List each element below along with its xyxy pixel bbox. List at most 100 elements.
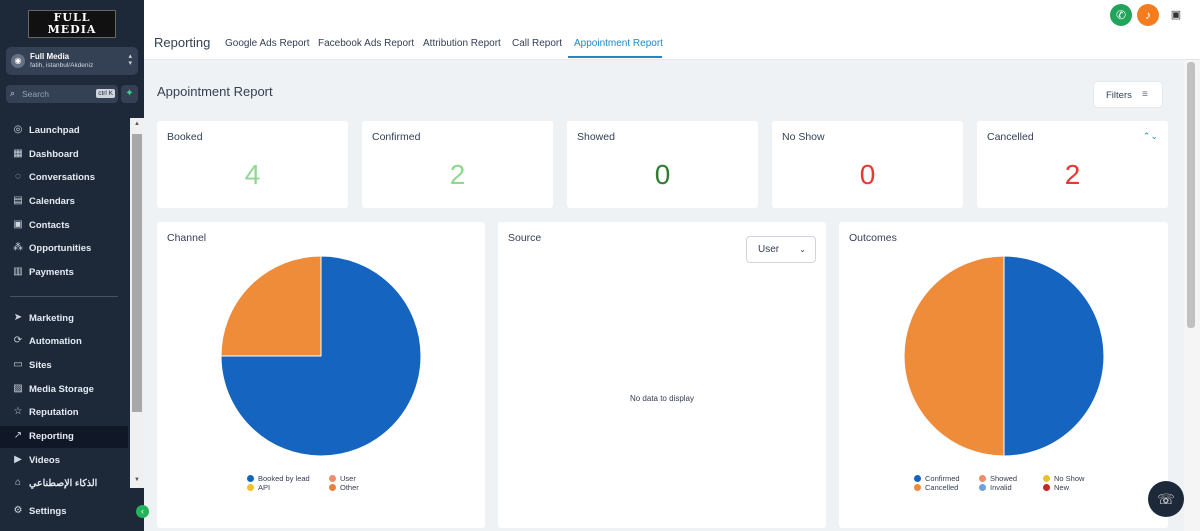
stat-value: 2 — [449, 159, 466, 190]
channel-chart-card: Channel Booked by lead User API Other — [157, 222, 485, 528]
sidebar-item-sites[interactable]: ▭ Sites — [0, 355, 128, 377]
contacts-icon: ▣ — [13, 219, 23, 230]
chevron-down-icon: ⌄ — [799, 245, 806, 254]
sidebar-item-launchpad[interactable]: ◎ Launchpad — [0, 120, 128, 142]
search-icon: ⌕ — [10, 88, 16, 98]
legend-booked-by-lead: Booked by lead — [247, 474, 310, 483]
sidebar-scroll-thumb[interactable] — [132, 134, 142, 412]
pie-slice-user[interactable] — [220, 255, 322, 357]
sidebar-item-label: Videos — [29, 455, 60, 466]
sidebar-item-dashboard[interactable]: ▦ Dashboard — [0, 144, 128, 166]
outcomes-chart-card: Outcomes Confirmed Showed No Show Cancel… — [839, 222, 1168, 528]
notification-bell-icon[interactable]: ♪ — [1137, 4, 1159, 26]
sidebar-item-reporting[interactable]: ↗ Reporting — [0, 426, 128, 448]
stat-card-confirmed: Confirmed 2 — [362, 121, 553, 208]
filters-button[interactable]: Filters ≡ — [1093, 81, 1163, 108]
payments-icon: ▥ — [13, 266, 23, 277]
legend-api: API — [247, 483, 270, 492]
stat-card-cancelled: Cancelled 2 ⌃⌄ — [977, 121, 1168, 208]
automation-icon: ⟳ — [13, 335, 23, 346]
sidebar-item-payments[interactable]: ▥ Payments — [0, 262, 128, 284]
sidebar-item-calendars[interactable]: ▤ Calendars — [0, 191, 128, 213]
sidebar-item-conversations[interactable]: ◌ Conversations — [0, 167, 128, 189]
select-value: User — [758, 244, 780, 255]
expand-collapse-chevron-icon[interactable]: ⌃⌄ — [1143, 131, 1158, 142]
tab-attribution-report[interactable]: Attribution Report — [423, 38, 501, 49]
ai-assistant-button[interactable]: ✦ — [121, 85, 138, 103]
sidebar-divider — [10, 296, 118, 297]
sidebar-item-automation[interactable]: ⟳ Automation — [0, 331, 128, 353]
sidebar-item-label: Reporting — [29, 431, 74, 442]
search-shortcut: ctrl K — [96, 89, 115, 98]
stat-value: 0 — [654, 159, 671, 190]
launchpad-icon: ◎ — [13, 124, 23, 135]
logo-line-2: MEDIA — [47, 23, 97, 36]
legend-no-show: No Show — [1043, 474, 1084, 483]
collapse-sidebar-icon[interactable]: ‹ — [136, 505, 149, 518]
scroll-up-arrow-icon[interactable]: ▲ — [130, 118, 144, 130]
sidebar-item-media-storage[interactable]: ▨ Media Storage — [0, 379, 128, 401]
opportunities-icon: ⁂ — [13, 242, 23, 253]
sidebar-item-label: Conversations — [29, 172, 95, 183]
media-icon: ▨ — [13, 383, 23, 394]
tab-facebook-ads-report[interactable]: Facebook Ads Report — [318, 38, 414, 49]
account-switcher[interactable]: ◉ Full Media fatih, istanbul/Akdeniz ▴ ▾ — [6, 47, 138, 75]
legend-new: New — [1043, 483, 1069, 492]
tab-google-ads-report[interactable]: Google Ads Report — [225, 38, 310, 49]
stat-card-no-show: No Show 0 — [772, 121, 963, 208]
channel-pie-chart — [220, 255, 422, 457]
sidebar-item-label: Payments — [29, 267, 74, 278]
switch-account-icon: ▴ ▾ — [128, 53, 132, 67]
empty-state-text: No data to display — [629, 394, 695, 403]
sidebar-item-marketing[interactable]: ➤ Marketing — [0, 308, 128, 330]
sidebar-item-opportunities[interactable]: ⁂ Opportunities — [0, 238, 128, 260]
section-title: Reporting — [154, 35, 211, 50]
stat-value: 0 — [859, 159, 876, 190]
trend-icon: ↗ — [13, 430, 23, 441]
page-title: Appointment Report — [157, 84, 273, 99]
phone-icon[interactable]: ✆ — [1110, 4, 1132, 26]
legend-confirmed: Confirmed — [914, 474, 960, 483]
pie-slice-confirmed[interactable] — [1003, 255, 1105, 457]
company-logo[interactable]: FULL MEDIA — [28, 10, 116, 38]
dashboard-icon: ▦ — [13, 148, 23, 159]
sidebar-item-contacts[interactable]: ▣ Contacts — [0, 215, 128, 237]
sidebar-item-label: Contacts — [29, 220, 70, 231]
legend-other: Other — [329, 483, 359, 492]
star-icon: ☆ — [13, 406, 23, 417]
pie-slice-cancelled[interactable] — [903, 255, 1005, 457]
announcements-icon[interactable]: ▣ — [1165, 4, 1187, 26]
stat-label: No Show — [782, 131, 825, 143]
sidebar-item-label: Calendars — [29, 196, 75, 207]
tab-appointment-report[interactable]: Appointment Report — [574, 38, 663, 49]
sidebar-item-label: Reputation — [29, 407, 79, 418]
tab-call-report[interactable]: Call Report — [512, 38, 562, 49]
sidebar-item-label: الذكاء الإصطناعي — [29, 478, 98, 489]
stat-value: 2 — [1064, 159, 1081, 190]
active-tab-indicator — [568, 56, 662, 58]
source-type-select[interactable]: User ⌄ — [746, 236, 816, 263]
stat-label: Showed — [577, 131, 615, 143]
account-avatar-icon: ◉ — [11, 54, 25, 68]
sidebar-item-videos[interactable]: ▶ Videos — [0, 450, 128, 472]
legend-cancelled: Cancelled — [914, 483, 958, 492]
sidebar-item-label: Dashboard — [29, 149, 79, 160]
search-input[interactable]: ⌕ Search ctrl K — [6, 85, 118, 103]
sidebar-item-label: Launchpad — [29, 125, 80, 136]
sidebar-item-reputation[interactable]: ☆ Reputation — [0, 402, 128, 424]
chat-support-icon[interactable]: ☏ — [1148, 481, 1184, 517]
filters-label: Filters — [1106, 90, 1132, 101]
source-chart-card: Source User ⌄ No data to display — [498, 222, 826, 528]
stat-value: 4 — [244, 159, 261, 190]
top-bar: Reporting Google Ads Report Facebook Ads… — [144, 0, 1200, 60]
stat-card-booked: Booked 4 — [157, 121, 348, 208]
page-scroll-thumb[interactable] — [1187, 62, 1195, 328]
sidebar-item-settings[interactable]: ⚙ Settings — [0, 501, 128, 523]
legend-showed: Showed — [979, 474, 1017, 483]
search-placeholder: Search — [22, 89, 49, 99]
sidebar-item-ai[interactable]: ⌂ الذكاء الإصطناعي — [0, 473, 128, 495]
sidebar-item-label: Media Storage — [29, 384, 94, 395]
scroll-down-arrow-icon[interactable]: ▼ — [130, 474, 144, 486]
sidebar-item-label: Opportunities — [29, 243, 92, 254]
sidebar-item-label: Marketing — [29, 313, 74, 324]
